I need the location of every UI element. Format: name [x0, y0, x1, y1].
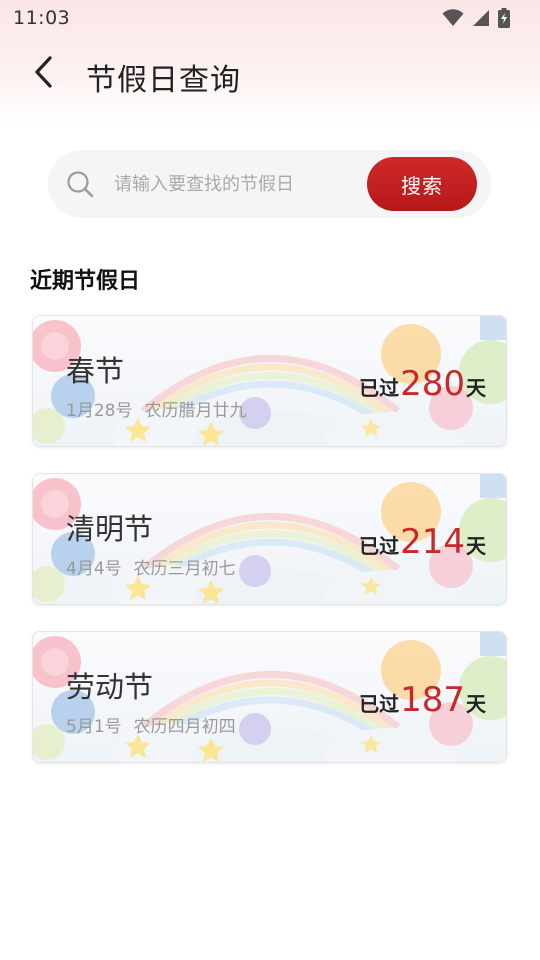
holiday-date: 4月4号 农历三月初七 — [66, 554, 236, 579]
section-title: 近期节假日 — [30, 269, 141, 294]
search-input[interactable] — [114, 168, 344, 200]
cell-signal-icon — [472, 9, 490, 27]
wifi-icon — [442, 9, 464, 27]
holiday-days-elapsed: 已过 280 天 — [359, 364, 486, 404]
holiday-card-qingming[interactable]: 清明节 4月4号 农历三月初七 已过 214 天 — [32, 473, 507, 605]
page-title: 节假日查询 — [86, 63, 241, 98]
days-count: 214 — [400, 522, 465, 562]
holiday-name: 清明节 — [66, 512, 154, 546]
search-bar: 搜索 — [48, 150, 491, 218]
holiday-solar-date: 4月4号 — [66, 559, 122, 579]
days-prefix: 已过 — [359, 692, 400, 716]
holiday-card-spring-festival[interactable]: 春节 1月28号 农历腊月廿九 已过 280 天 — [32, 315, 507, 447]
holiday-lunar-date: 农历三月初七 — [133, 559, 236, 579]
holiday-name: 春节 — [66, 354, 125, 388]
holiday-date: 5月1号 农历四月初四 — [66, 712, 236, 737]
days-count: 187 — [400, 680, 465, 720]
days-suffix: 天 — [466, 534, 486, 558]
holiday-name: 劳动节 — [66, 670, 154, 704]
holiday-solar-date: 5月1号 — [66, 717, 122, 737]
holiday-days-elapsed: 已过 187 天 — [359, 680, 486, 720]
days-prefix: 已过 — [359, 534, 400, 558]
holiday-days-elapsed: 已过 214 天 — [359, 522, 486, 562]
app-bar: 节假日查询 — [0, 48, 540, 100]
days-suffix: 天 — [466, 692, 486, 716]
back-button[interactable] — [24, 54, 64, 94]
holiday-card-labor-day[interactable]: 劳动节 5月1号 农历四月初四 已过 187 天 — [32, 631, 507, 763]
status-bar: 11:03 — [0, 0, 540, 36]
battery-charging-icon — [498, 8, 510, 28]
holiday-solar-date: 1月28号 — [66, 401, 133, 421]
days-count: 280 — [400, 364, 465, 404]
status-icons — [442, 8, 510, 28]
days-suffix: 天 — [466, 376, 486, 400]
holiday-lunar-date: 农历四月初四 — [133, 717, 236, 737]
search-button[interactable]: 搜索 — [367, 157, 477, 211]
holiday-date: 1月28号 农历腊月廿九 — [66, 396, 246, 421]
status-time: 11:03 — [13, 7, 71, 29]
search-icon — [66, 170, 96, 200]
chevron-left-icon — [33, 55, 55, 93]
days-prefix: 已过 — [359, 376, 400, 400]
holiday-lunar-date: 农历腊月廿九 — [144, 401, 247, 421]
